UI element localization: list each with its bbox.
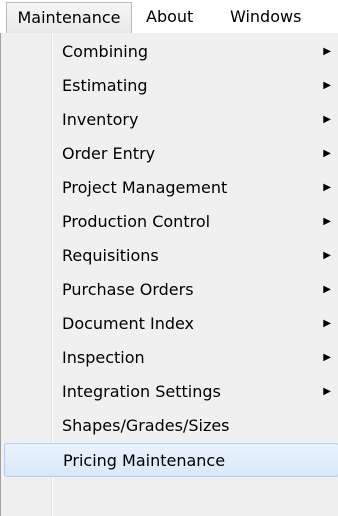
menu-item-combining[interactable]: Combining ▶ [4, 35, 338, 69]
menu-item-estimating[interactable]: Estimating ▶ [4, 69, 338, 103]
menu-item-requisitions[interactable]: Requisitions ▶ [4, 239, 338, 273]
menu-item-label: Production Control [62, 212, 211, 231]
menubar-maintenance[interactable]: Maintenance [6, 2, 132, 34]
menu-item-label: Estimating [62, 76, 148, 95]
submenu-arrow-icon: ▶ [323, 46, 331, 57]
menu-item-label: Requisitions [62, 246, 159, 265]
menu-item-integration-settings[interactable]: Integration Settings ▶ [4, 375, 338, 409]
submenu-arrow-icon: ▶ [323, 114, 331, 125]
submenu-arrow-icon: ▶ [323, 352, 331, 363]
submenu-arrow-icon: ▶ [323, 216, 331, 227]
maintenance-dropdown-menu: Combining ▶ Estimating ▶ Inventory ▶ Ord… [0, 33, 338, 516]
menubar-windows[interactable]: Windows [230, 2, 301, 32]
submenu-arrow-icon: ▶ [323, 182, 331, 193]
submenu-arrow-icon: ▶ [323, 80, 331, 91]
menu-item-order-entry[interactable]: Order Entry ▶ [4, 137, 338, 171]
menubar-about[interactable]: About [146, 2, 193, 32]
submenu-arrow-icon: ▶ [323, 250, 331, 261]
menu-item-shapes-grades-sizes[interactable]: Shapes/Grades/Sizes [4, 409, 338, 443]
menu-item-document-index[interactable]: Document Index ▶ [4, 307, 338, 341]
menu-item-label: Inspection [62, 348, 145, 367]
menu-item-purchase-orders[interactable]: Purchase Orders ▶ [4, 273, 338, 307]
submenu-arrow-icon: ▶ [323, 284, 331, 295]
menu-bar: Maintenance About Windows [0, 0, 338, 34]
menu-item-label: Document Index [62, 314, 195, 333]
menu-item-pricing-maintenance[interactable]: Pricing Maintenance [4, 443, 338, 477]
submenu-arrow-icon: ▶ [323, 318, 331, 329]
menu-item-production-control[interactable]: Production Control ▶ [4, 205, 338, 239]
menu-item-label: Pricing Maintenance [63, 451, 226, 470]
menu-item-label: Project Management [62, 178, 228, 197]
menu-item-inventory[interactable]: Inventory ▶ [4, 103, 338, 137]
menu-item-project-management[interactable]: Project Management ▶ [4, 171, 338, 205]
menu-item-label: Order Entry [62, 144, 156, 163]
menu-item-inspection[interactable]: Inspection ▶ [4, 341, 338, 375]
submenu-arrow-icon: ▶ [323, 386, 331, 397]
menu-item-label: Shapes/Grades/Sizes [62, 416, 230, 435]
menu-item-label: Purchase Orders [62, 280, 194, 299]
menu-item-label: Inventory [62, 110, 139, 129]
menu-item-label: Combining [62, 42, 149, 61]
submenu-arrow-icon: ▶ [323, 148, 331, 159]
menu-item-label: Integration Settings [62, 382, 221, 401]
